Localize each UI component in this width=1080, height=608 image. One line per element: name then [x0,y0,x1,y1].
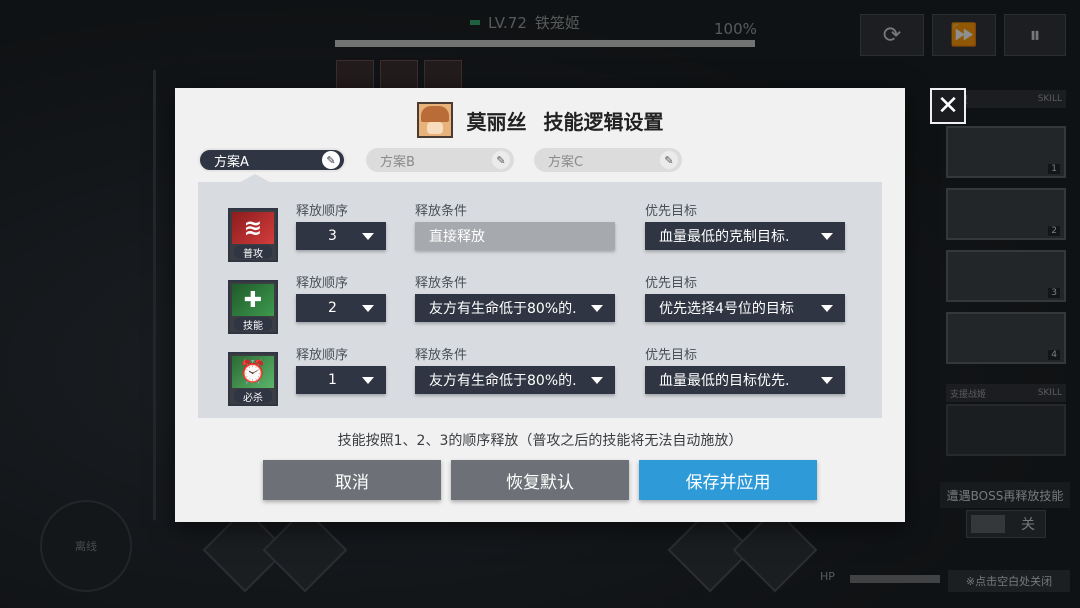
target-dropdown[interactable]: 优先选择4号位的目标 [645,294,845,322]
skill-row-ultimate: ⏰ 必杀 释放顺序 释放条件 优先目标 1 友方有生命低于80%的. 血量最低的… [198,344,882,408]
order-label: 释放顺序 [296,348,349,363]
reset-default-button[interactable]: 恢复默认 [451,460,629,500]
character-avatar [416,102,453,138]
condition-field: 直接释放 [415,222,615,250]
close-icon: ✕ [937,91,959,121]
caret-down-icon [362,376,374,384]
target-value: 血量最低的克制目标. [659,229,790,245]
cancel-button[interactable]: 取消 [263,460,441,500]
dialog-title-text: 技能逻辑设置 [543,109,664,134]
save-apply-button[interactable]: 保存并应用 [639,460,817,500]
condition-dropdown[interactable]: 友方有生命低于80%的. [415,294,615,322]
skill-row-normal-attack: ≋ 普攻 释放顺序 释放条件 优先目标 3 直接释放 血量最低的克制目标. [198,200,882,264]
order-label: 释放顺序 [296,276,349,291]
condition-value: 直接释放 [429,229,485,245]
order-dropdown[interactable]: 2 [296,294,386,322]
order-label: 释放顺序 [296,204,349,219]
condition-value: 友方有生命低于80%的. [429,301,577,317]
pencil-icon[interactable]: ✎ [660,151,678,169]
caret-down-icon [591,304,603,312]
caret-down-icon [591,376,603,384]
caret-down-icon [362,304,374,312]
ultimate-icon: ⏰ 必杀 [228,352,278,406]
skill-tag: 必杀 [234,389,272,404]
alarm-icon: ⏰ [239,359,267,385]
caret-down-icon [821,376,833,384]
pencil-icon[interactable]: ✎ [492,151,510,169]
target-dropdown[interactable]: 血量最低的克制目标. [645,222,845,250]
skill-tag: 普攻 [234,245,272,260]
skill-row-skill: ✚ 技能 释放顺序 释放条件 优先目标 2 友方有生命低于80%的. 优先选择4… [198,272,882,336]
order-value: 2 [328,300,337,316]
condition-label: 释放条件 [415,204,468,219]
order-value: 1 [328,372,337,388]
condition-label: 释放条件 [415,348,468,363]
normal-attack-icon: ≋ 普攻 [228,208,278,262]
condition-dropdown[interactable]: 友方有生命低于80%的. [415,366,615,394]
target-value: 优先选择4号位的目标 [659,301,794,317]
target-label: 优先目标 [645,276,698,291]
gun-icon: ✚ [243,287,263,313]
claw-icon: ≋ [243,215,263,241]
tab-plan-a[interactable]: 方案A ✎ [198,148,346,172]
order-dropdown[interactable]: 3 [296,222,386,250]
order-dropdown[interactable]: 1 [296,366,386,394]
order-value: 3 [328,228,337,244]
target-dropdown[interactable]: 血量最低的目标优先. [645,366,845,394]
caret-down-icon [362,232,374,240]
plan-tab-label: 方案B [380,154,415,170]
skill-settings-panel: ≋ 普攻 释放顺序 释放条件 优先目标 3 直接释放 血量最低的克制目标. ✚ [198,182,882,418]
condition-label: 释放条件 [415,276,468,291]
target-label: 优先目标 [645,204,698,219]
skill-logic-dialog: 莫丽丝 技能逻辑设置 方案A ✎ 方案B ✎ 方案C ✎ ≋ 普攻 释放顺序 释… [175,88,905,522]
plan-tabs: 方案A ✎ 方案B ✎ 方案C ✎ [198,148,682,172]
dialog-title: 莫丽丝 技能逻辑设置 [175,102,905,138]
release-order-hint: 技能按照1、2、3的顺序释放（普攻之后的技能将无法自动施放） [337,433,743,449]
caret-down-icon [821,304,833,312]
tab-plan-b[interactable]: 方案B ✎ [366,148,514,172]
character-name: 莫丽丝 [466,109,527,134]
caret-down-icon [821,232,833,240]
tab-plan-c[interactable]: 方案C ✎ [534,148,682,172]
target-label: 优先目标 [645,348,698,363]
plan-tab-label: 方案C [548,154,584,170]
target-value: 血量最低的目标优先. [659,373,790,389]
condition-value: 友方有生命低于80%的. [429,373,577,389]
close-button[interactable]: ✕ [930,88,966,124]
skill-icon: ✚ 技能 [228,280,278,334]
pencil-icon[interactable]: ✎ [322,151,340,169]
skill-tag: 技能 [234,317,272,332]
plan-tab-label: 方案A [214,154,249,170]
